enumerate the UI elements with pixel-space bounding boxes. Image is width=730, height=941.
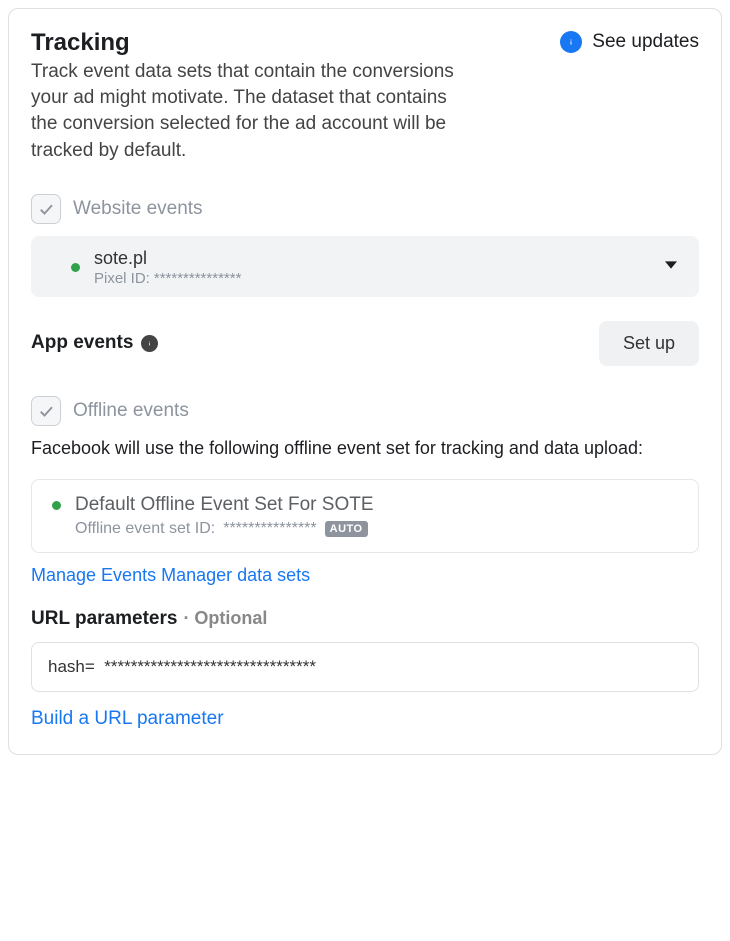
app-events-label: App events bbox=[31, 332, 133, 354]
pixel-id-label: Pixel ID: bbox=[94, 270, 150, 287]
offline-set-name: Default Offline Event Set For SOTE bbox=[75, 494, 374, 516]
offline-event-set-block: Default Offline Event Set For SOTE Offli… bbox=[31, 479, 699, 553]
website-events-section: Website events sote.pl Pixel ID: *******… bbox=[31, 194, 699, 297]
info-icon[interactable] bbox=[141, 335, 158, 352]
pixel-sub: Pixel ID: *************** bbox=[94, 270, 651, 287]
app-events-row: App events Set up bbox=[31, 321, 699, 366]
offline-events-row: Offline events bbox=[31, 396, 699, 426]
offline-set-id-value: *************** bbox=[223, 520, 316, 538]
header-left: Tracking Track event data sets that cont… bbox=[31, 29, 471, 164]
website-events-checkbox[interactable] bbox=[31, 194, 61, 224]
pixel-selector[interactable]: sote.pl Pixel ID: *************** bbox=[31, 236, 699, 297]
offline-events-label: Offline events bbox=[73, 400, 189, 422]
pixel-info: sote.pl Pixel ID: *************** bbox=[94, 248, 651, 287]
info-icon bbox=[560, 31, 582, 53]
build-url-parameter-link[interactable]: Build a URL parameter bbox=[31, 708, 224, 730]
setup-button[interactable]: Set up bbox=[599, 321, 699, 366]
offline-sub: Offline event set ID: *************** AU… bbox=[75, 520, 678, 538]
url-params-label: URL parameters bbox=[31, 608, 177, 630]
url-params-input[interactable] bbox=[31, 642, 699, 692]
tracking-card: Tracking Track event data sets that cont… bbox=[8, 8, 722, 755]
offline-set-id-label: Offline event set ID: bbox=[75, 520, 215, 538]
offline-events-checkbox[interactable] bbox=[31, 396, 61, 426]
url-params-optional: · Optional bbox=[183, 608, 267, 629]
status-dot-icon bbox=[71, 263, 80, 272]
manage-events-link[interactable]: Manage Events Manager data sets bbox=[31, 565, 310, 586]
pixel-name: sote.pl bbox=[94, 248, 651, 269]
pixel-id-value: *************** bbox=[154, 270, 242, 287]
check-icon bbox=[37, 402, 55, 420]
website-events-label: Website events bbox=[73, 198, 203, 220]
offline-events-description: Facebook will use the following offline … bbox=[31, 436, 699, 461]
page-title: Tracking bbox=[31, 29, 471, 57]
see-updates-label: See updates bbox=[592, 31, 699, 53]
offline-events-section: Offline events Facebook will use the fol… bbox=[31, 396, 699, 586]
auto-badge: AUTO bbox=[325, 521, 368, 537]
header-row: Tracking Track event data sets that cont… bbox=[31, 29, 699, 164]
app-events-left: App events bbox=[31, 332, 158, 354]
chevron-down-icon[interactable] bbox=[665, 258, 677, 276]
status-dot-icon bbox=[52, 501, 61, 510]
url-params-header: URL parameters · Optional bbox=[31, 608, 699, 630]
check-icon bbox=[37, 200, 55, 218]
website-events-row: Website events bbox=[31, 194, 699, 224]
page-subtitle: Track event data sets that contain the c… bbox=[31, 59, 471, 164]
offline-header: Default Offline Event Set For SOTE bbox=[52, 494, 678, 516]
see-updates-button[interactable]: See updates bbox=[560, 31, 699, 53]
